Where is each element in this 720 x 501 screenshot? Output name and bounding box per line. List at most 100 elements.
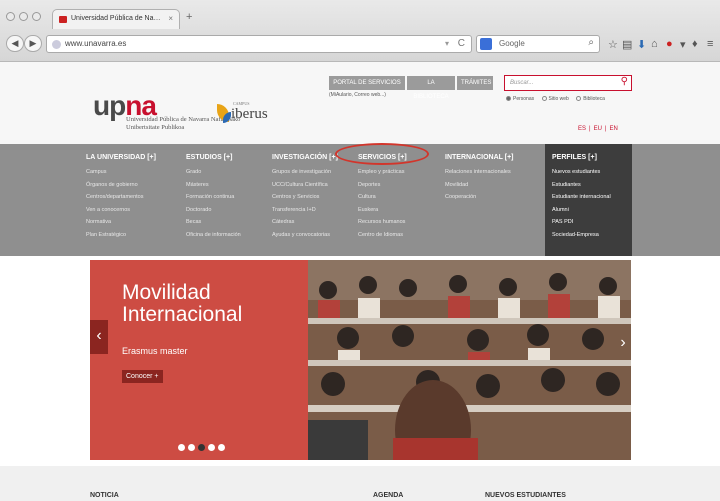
url-dropdown-icon[interactable]: ▾ (445, 39, 449, 48)
menu-item[interactable]: Cátedras (272, 216, 338, 229)
site-search-icon[interactable]: ⚲ (621, 76, 628, 87)
addon-icon[interactable]: ● (666, 38, 673, 50)
menu-item[interactable]: Recursos humanos (358, 216, 407, 229)
slide-dot[interactable] (178, 444, 185, 451)
pocket-icon[interactable]: ♦ (692, 38, 698, 50)
browser-tab[interactable]: Universidad Pública de Na… × (52, 9, 180, 29)
menu-item[interactable]: Ven a conocernos (86, 204, 156, 217)
menu-item[interactable]: Becas (186, 216, 241, 229)
slide-dot[interactable] (218, 444, 225, 451)
menu-item[interactable]: Cooperación (445, 191, 514, 204)
menu-col-estudios: ESTUDIOS [+] Grado Másteres Formación co… (186, 154, 241, 241)
url-bar[interactable]: www.unavarra.es ▾ C (46, 35, 472, 53)
menu-icon[interactable]: ≡ (707, 38, 713, 50)
extension-icon[interactable]: ▾ (680, 38, 686, 51)
forward-icon[interactable]: ▶ (24, 35, 42, 52)
slide-dot[interactable] (208, 444, 215, 451)
menu-title-universidad[interactable]: LA UNIVERSIDAD [+] (86, 154, 156, 161)
slide-dot[interactable] (198, 444, 205, 451)
menu-item[interactable]: Alumni (552, 204, 632, 217)
search-engine-icon[interactable] (480, 38, 492, 50)
menu-item[interactable]: UCC/Cultura Científica (272, 179, 338, 192)
menu-item[interactable]: Centros/departamentos (86, 191, 156, 204)
search-scope-radios: Personas Sitio web Biblioteca (506, 96, 611, 102)
menu-item[interactable]: Sociedad-Empresa (552, 229, 632, 242)
menu-item[interactable]: Plan Estratégico (86, 229, 156, 242)
menu-item[interactable]: Órganos de gobierno (86, 179, 156, 192)
menu-item[interactable]: Centros y Servicios (272, 191, 338, 204)
upna-logo[interactable]: upna Universidad Pública de Navarra Nafa… (93, 90, 240, 131)
downloads-icon[interactable]: ⬇ (637, 38, 646, 51)
section-agenda: AGENDA (373, 492, 404, 499)
lang-es[interactable]: ES (578, 126, 586, 132)
radio-sitio-web[interactable]: Sitio web (541, 96, 569, 102)
globe-icon (52, 40, 61, 49)
home-icon[interactable]: ⌂ (651, 38, 658, 50)
search-icon[interactable]: ⌕ (588, 37, 594, 48)
minimize-window-icon[interactable] (19, 12, 28, 21)
radio-biblioteca[interactable]: Biblioteca (576, 96, 605, 102)
menu-item[interactable]: Transferencia I+D (272, 204, 338, 217)
browser-chrome: Universidad Pública de Na… × + ◀ ▶ www.u… (0, 0, 720, 62)
site-search-input[interactable]: Buscar... ⚲ (504, 75, 632, 91)
menu-item[interactable]: Relaciones internacionales (445, 166, 514, 179)
menu-col-internacional: INTERNACIONAL [+] Relaciones internacion… (445, 154, 514, 204)
reader-icon[interactable]: ▤ (622, 38, 632, 51)
menu-item[interactable]: Estudiante internacional (552, 191, 632, 204)
menu-item[interactable]: Euskera (358, 204, 407, 217)
slide-dots (178, 438, 228, 456)
site-header: upna Universidad Pública de Navarra Nafa… (0, 62, 720, 144)
menu-item[interactable]: Nuevos estudiantes (552, 166, 632, 179)
prev-slide-icon[interactable]: ‹ (90, 320, 108, 354)
menu-title-investigacion[interactable]: INVESTIGACIÓN [+] (272, 154, 338, 161)
menu-item[interactable]: Centro de Idiomas (358, 229, 407, 242)
menu-item[interactable]: Movilidad (445, 179, 514, 192)
menu-item[interactable]: Empleo y prácticas (358, 166, 407, 179)
menu-item[interactable]: PAS PDI (552, 216, 632, 229)
iberus-label: iberus (231, 106, 268, 122)
menu-item[interactable]: Oficina de información (186, 229, 241, 242)
menu-title-estudios[interactable]: ESTUDIOS [+] (186, 154, 241, 161)
tramites-button[interactable]: TRÁMITES (457, 76, 493, 90)
menu-item[interactable]: Normativa (86, 216, 156, 229)
tab-close-icon[interactable]: × (168, 14, 173, 23)
biblioteca-button[interactable]: LA BIBLIOTECA (407, 76, 455, 100)
navigation-bar: ◀ ▶ www.unavarra.es ▾ C Google ⌕ ☆ ▤ ⬇ ⌂… (0, 31, 720, 57)
next-slide-icon[interactable]: › (615, 328, 631, 358)
section-noticia: NOTICIA (90, 492, 119, 499)
menu-item[interactable]: Doctorado (186, 204, 241, 217)
browser-search-bar[interactable]: Google ⌕ (476, 35, 600, 53)
close-window-icon[interactable] (6, 12, 15, 21)
tab-bar: Universidad Pública de Na… × + (0, 0, 720, 30)
menu-item[interactable]: Grupos de investigación (272, 166, 338, 179)
hero-photo-lecture-hall: › (308, 260, 631, 460)
back-icon[interactable]: ◀ (6, 35, 24, 52)
menu-item[interactable]: Deportes (358, 179, 407, 192)
menu-item[interactable]: Grado (186, 166, 241, 179)
sections-row: NOTICIA AGENDA NUEVOS ESTUDIANTES (0, 466, 720, 501)
maximize-window-icon[interactable] (32, 12, 41, 21)
lang-en[interactable]: EN (609, 126, 617, 132)
menu-title-internacional[interactable]: INTERNACIONAL [+] (445, 154, 514, 161)
radio-personas[interactable]: Personas (506, 96, 534, 102)
iberus-logo[interactable]: CAMPUS iberus (217, 101, 268, 123)
star-icon[interactable]: ☆ (608, 38, 618, 51)
new-tab-button[interactable]: + (186, 11, 192, 23)
slide-dot[interactable] (188, 444, 195, 451)
menu-item[interactable]: Másteres (186, 179, 241, 192)
menu-item[interactable]: Ayudas y convocatorias (272, 229, 338, 242)
portal-servicios-button[interactable]: PORTAL DE SERVICIOS (329, 76, 405, 90)
language-switcher: ES | EU | EN (578, 126, 618, 132)
hero-slider: Movilidad Internacional Erasmus master C… (90, 260, 631, 460)
menu-item[interactable]: Estudiantes (552, 179, 632, 192)
hero-subtitle: Erasmus master (122, 346, 188, 356)
menu-item[interactable]: Campus (86, 166, 156, 179)
hero-title: Movilidad Internacional (122, 281, 243, 326)
lang-eu[interactable]: EU (594, 126, 602, 132)
conocer-button[interactable]: Conocer + (122, 370, 163, 383)
url-text: www.unavarra.es (65, 39, 127, 48)
menu-title-perfiles[interactable]: PERFILES [+] (552, 154, 632, 161)
menu-item[interactable]: Cultura (358, 191, 407, 204)
menu-item[interactable]: Formación continua (186, 191, 241, 204)
reload-icon[interactable]: C (458, 38, 465, 49)
